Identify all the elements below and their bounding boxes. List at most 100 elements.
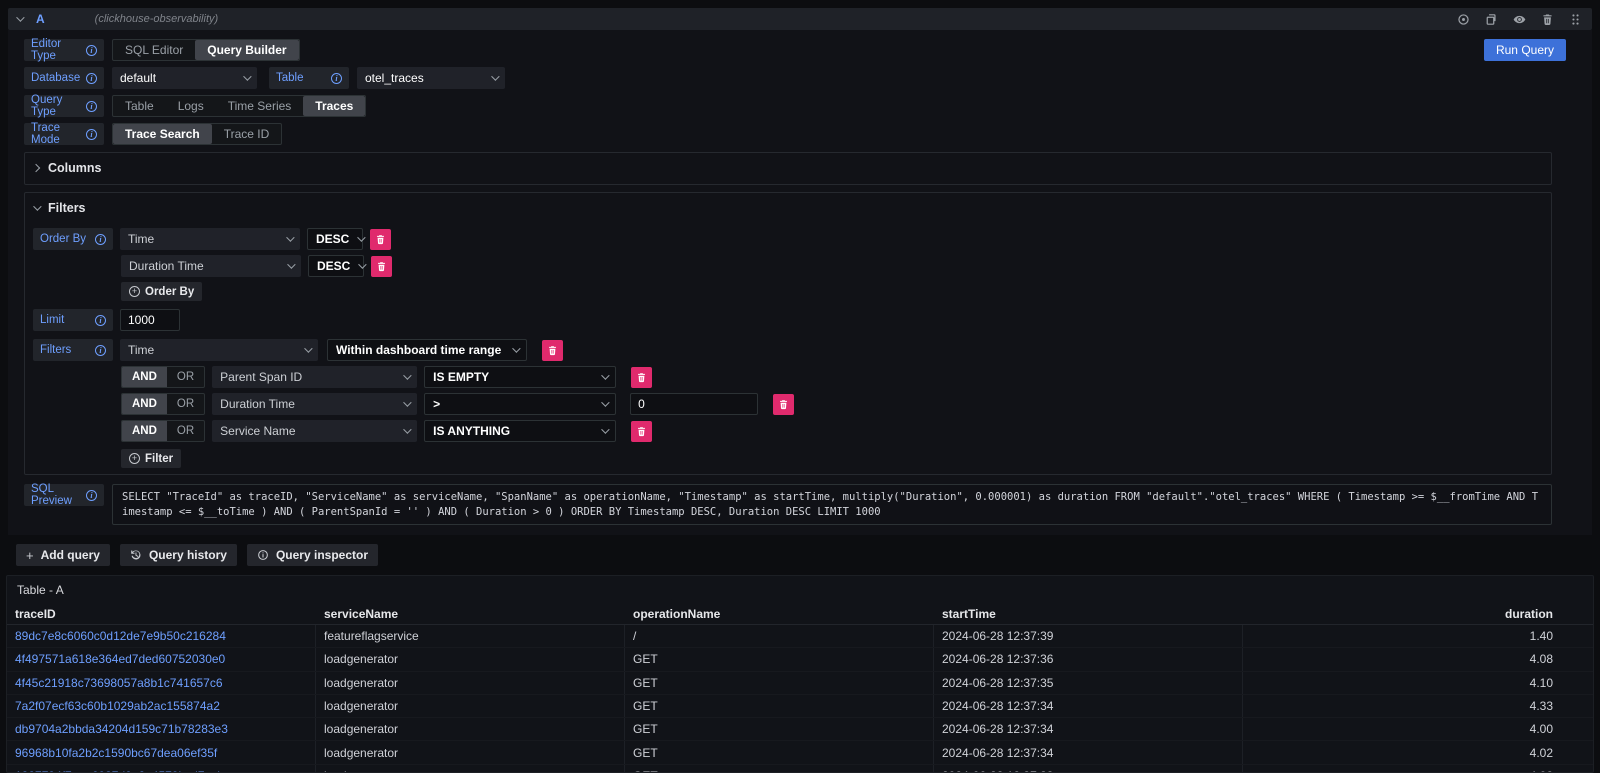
add-filter-button[interactable]: + Filter	[121, 449, 181, 468]
table-cell-operationname: GET	[625, 718, 934, 740]
query-type-table[interactable]: Table	[113, 96, 166, 116]
filter-field-select[interactable]: Parent Span ID	[212, 366, 417, 388]
column-header-traceid[interactable]: traceID	[7, 603, 316, 624]
editor-type-group: SQL Editor Query Builder	[112, 39, 300, 61]
database-select[interactable]: default	[112, 67, 257, 89]
query-type-timeseries[interactable]: Time Series	[216, 96, 304, 116]
filter-value-input[interactable]	[630, 393, 758, 415]
add-order-by-button[interactable]: + Order By	[121, 282, 202, 301]
table-header: traceID serviceName operationName startT…	[7, 603, 1593, 625]
trace-id-link[interactable]: 89dc7e8c6060c0d12de7e9b50c216284	[15, 629, 226, 643]
remove-filter-button[interactable]	[773, 394, 794, 415]
table-row: 1887794f7eaa6037d0e2a4579bcd7acbloadgene…	[7, 765, 1593, 772]
query-type-logs[interactable]: Logs	[166, 96, 216, 116]
columns-section: Columns	[24, 152, 1552, 185]
sql-editor-option[interactable]: SQL Editor	[113, 40, 195, 60]
info-icon[interactable]: i	[95, 345, 106, 356]
add-query-button[interactable]: + Add query	[16, 544, 110, 566]
columns-section-header[interactable]: Columns	[33, 158, 1543, 178]
query-type-group: Table Logs Time Series Traces	[112, 95, 366, 117]
filter-operator-select[interactable]: IS ANYTHING	[424, 420, 616, 442]
table-cell-traceid: 96968b10fa2b2c1590bc67dea06ef35f	[7, 741, 316, 763]
trace-id-link[interactable]: 1887794f7eaa6037d0e2a4579bcd7acb	[15, 769, 224, 772]
trace-id-link[interactable]: 4f497571a618e364ed7ded60752030e0	[15, 652, 225, 666]
panel-title: Table - A	[7, 576, 1593, 603]
order-by-field-select[interactable]: Duration Time	[121, 255, 301, 277]
trash-icon[interactable]	[1540, 12, 1554, 26]
filters-section-header[interactable]: Filters	[33, 198, 1543, 218]
and-option[interactable]: AND	[122, 421, 167, 441]
record-icon[interactable]	[1456, 12, 1470, 26]
query-inspector-button[interactable]: Query inspector	[247, 544, 378, 566]
trash-icon	[376, 261, 387, 272]
trace-search-option[interactable]: Trace Search	[113, 124, 212, 144]
table-select[interactable]: otel_traces	[357, 67, 505, 89]
trace-id-link[interactable]: 7a2f07ecf63c60b1029ab2ac155874a2	[15, 699, 220, 713]
column-header-starttime[interactable]: startTime	[934, 603, 1243, 624]
table-row: 7a2f07ecf63c60b1029ab2ac155874a2 loadgene…	[7, 695, 1593, 718]
info-icon[interactable]: i	[86, 45, 97, 56]
trace-mode-group: Trace Search Trace ID	[112, 123, 282, 145]
trash-icon	[778, 399, 789, 410]
trash-icon	[375, 234, 386, 245]
table-row: 4f497571a618e364ed7ded60752030e0loadgene…	[7, 648, 1593, 671]
column-header-duration[interactable]: duration	[1243, 603, 1593, 624]
boolean-toggle: AND OR	[121, 420, 205, 442]
filter-field-select[interactable]: Time	[120, 339, 318, 361]
info-icon[interactable]: i	[86, 101, 97, 112]
column-header-operationname[interactable]: operationName	[625, 603, 934, 624]
limit-input[interactable]	[120, 309, 180, 331]
order-by-field-select[interactable]: Time	[120, 228, 300, 250]
table-cell-starttime: 2024-06-28 12:37:34	[934, 741, 1243, 763]
sql-preview-row: SQL Previewi SELECT "TraceId" as traceID…	[24, 484, 1552, 525]
filter-condition-row: AND OR Duration Time >	[33, 393, 1543, 415]
table-row: 4f45c21918c73698057a8b1c741657c6loadgene…	[7, 672, 1593, 695]
filter-operator-select[interactable]: IS EMPTY	[424, 366, 616, 388]
chevron-down-icon	[33, 202, 41, 210]
or-option[interactable]: OR	[167, 394, 204, 414]
info-icon[interactable]: i	[95, 315, 106, 326]
filter-field-select[interactable]: Duration Time	[212, 393, 417, 415]
drag-handle-icon[interactable]	[1568, 12, 1582, 26]
column-header-servicename[interactable]: serviceName	[316, 603, 625, 624]
remove-filter-button[interactable]	[631, 367, 652, 388]
query-builder-option[interactable]: Query Builder	[195, 40, 298, 60]
or-option[interactable]: OR	[167, 367, 204, 387]
table-cell-duration: 4.08	[1243, 648, 1593, 670]
table-cell-operationname: GET	[625, 765, 934, 772]
filter-operator-select[interactable]: Within dashboard time range	[327, 339, 527, 361]
info-circle-icon	[257, 549, 269, 561]
trace-id-link[interactable]: 4f45c21918c73698057a8b1c741657c6	[15, 676, 223, 690]
remove-order-by-button[interactable]	[370, 229, 391, 250]
query-type-traces[interactable]: Traces	[303, 96, 365, 116]
order-by-direction-select[interactable]: DESC	[307, 228, 363, 250]
trace-id-link[interactable]: 96968b10fa2b2c1590bc67dea06ef35f	[15, 746, 217, 760]
info-icon[interactable]: i	[331, 73, 342, 84]
filter-field-select[interactable]: Service Name	[212, 420, 417, 442]
editor-type-row: Editor Typei SQL Editor Query Builder Ru…	[24, 39, 1552, 61]
filters-label: Filtersi	[33, 339, 113, 361]
info-icon[interactable]: i	[86, 129, 97, 140]
copy-icon[interactable]	[1484, 12, 1498, 26]
eye-icon[interactable]	[1512, 12, 1526, 26]
remove-filter-button[interactable]	[631, 421, 652, 442]
query-row-actions	[1456, 12, 1582, 26]
info-icon[interactable]: i	[86, 73, 97, 84]
info-icon[interactable]: i	[86, 490, 97, 501]
and-option[interactable]: AND	[122, 367, 167, 387]
query-history-button[interactable]: Query history	[120, 544, 237, 566]
table-cell-servicename: loadgenerator	[316, 695, 625, 717]
info-icon[interactable]: i	[95, 234, 106, 245]
table-cell-duration: 4.02	[1243, 741, 1593, 763]
remove-filter-button[interactable]	[542, 340, 563, 361]
trace-id-option[interactable]: Trace ID	[212, 124, 282, 144]
collapse-row-chevron-icon[interactable]	[16, 13, 24, 21]
trace-id-link[interactable]: db9704a2bbda34204d159c71b78283e3	[15, 722, 228, 736]
remove-order-by-button[interactable]	[371, 256, 392, 277]
and-option[interactable]: AND	[122, 394, 167, 414]
or-option[interactable]: OR	[167, 421, 204, 441]
filter-operator-select[interactable]: >	[424, 393, 616, 415]
database-table-row: Databasei default Tablei otel_traces	[24, 67, 1552, 89]
run-query-button[interactable]: Run Query	[1484, 39, 1566, 61]
order-by-direction-select[interactable]: DESC	[308, 255, 364, 277]
